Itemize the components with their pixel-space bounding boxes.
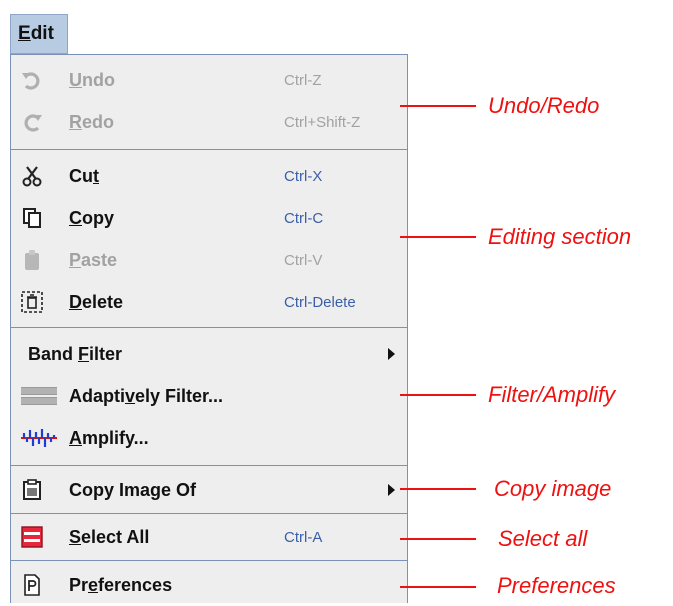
copy-image-of-label: Copy Image Of xyxy=(69,480,197,500)
waveform-filter-icon xyxy=(21,385,57,407)
adaptively-filter-mnemonic: v xyxy=(125,386,136,406)
amplify-label: mplify... xyxy=(82,428,149,448)
menubar-edit[interactable]: Edit xyxy=(10,14,68,54)
clipboard-icon xyxy=(21,249,43,271)
redo-shortcut: Ctrl+Shift-Z xyxy=(284,114,361,131)
annotation-undo-redo: Undo/Redo xyxy=(488,93,600,118)
paste-label: aste xyxy=(81,250,118,270)
menu-separator xyxy=(11,513,407,514)
delete-mnemonic: D xyxy=(69,292,82,312)
annotation-preferences: Preferences xyxy=(497,573,616,598)
preferences-mnemonic: e xyxy=(88,575,99,595)
menu-item-amplify[interactable]: Amplify... xyxy=(11,419,407,459)
menu-item-delete[interactable]: Delete Ctrl-Delete xyxy=(11,283,407,323)
redo-mnemonic: R xyxy=(69,112,82,132)
delete-label: elete xyxy=(82,292,124,312)
amplify-mnemonic: A xyxy=(69,428,82,448)
annotation-line xyxy=(400,488,476,490)
select-all-mnemonic: S xyxy=(69,527,82,547)
cut-label: Cu xyxy=(69,166,93,186)
undo-icon xyxy=(21,69,43,91)
menu-separator xyxy=(11,560,407,561)
band-filter-label: Band xyxy=(28,344,79,364)
annotation-line xyxy=(400,394,476,396)
annotation-editing-section: Editing section xyxy=(488,224,632,249)
menu-item-select-all[interactable]: Select All Ctrl-A xyxy=(11,518,407,558)
annotation-line xyxy=(400,236,476,238)
scissors-icon xyxy=(21,165,43,187)
menu-item-adaptively-filter[interactable]: Adaptively Filter... xyxy=(11,377,407,417)
waveform-amplify-icon xyxy=(21,427,57,449)
annotation-line xyxy=(400,538,476,540)
copy-icon xyxy=(21,207,43,229)
submenu-arrow-icon xyxy=(388,348,395,360)
adaptively-filter-label: Adapti xyxy=(69,386,125,406)
paste-shortcut: Ctrl-V xyxy=(284,252,323,269)
undo-mnemonic: U xyxy=(69,70,82,90)
band-filter-mnemonic: F xyxy=(78,344,90,364)
annotation-copy-image: Copy image xyxy=(494,476,612,501)
menu-item-copy-image-of[interactable]: Copy Image Of xyxy=(11,471,407,511)
menu-item-preferences[interactable]: Preferences xyxy=(11,566,407,606)
delete-shortcut: Ctrl-Delete xyxy=(284,294,356,311)
menu-separator xyxy=(11,149,407,150)
menu-item-copy[interactable]: Copy Ctrl-C xyxy=(11,199,407,239)
select-all-shortcut: Ctrl-A xyxy=(284,529,323,546)
edit-label-rest: dit xyxy=(30,23,54,44)
menu-item-band-filter[interactable]: Band Filter xyxy=(11,335,407,375)
copy-mnemonic: C xyxy=(69,208,82,228)
copy-image-icon xyxy=(21,479,43,501)
annotation-filter-amplify: Filter/Amplify xyxy=(488,382,616,407)
edit-menu: Undo Ctrl-Z Redo Ctrl+Shift-Z Cut Ctrl-X… xyxy=(10,54,408,603)
copy-shortcut: Ctrl-C xyxy=(284,210,324,227)
menu-separator xyxy=(11,465,407,466)
menu-item-cut[interactable]: Cut Ctrl-X xyxy=(11,157,407,197)
cut-mnemonic: t xyxy=(93,166,99,186)
undo-shortcut: Ctrl-Z xyxy=(284,72,322,89)
preferences-icon xyxy=(21,574,43,596)
select-all-label: elect All xyxy=(81,527,150,547)
annotation-line xyxy=(400,105,476,107)
redo-icon xyxy=(21,111,43,133)
adaptively-filter-label-rest: ely Filter... xyxy=(135,386,224,406)
menu-item-paste[interactable]: Paste Ctrl-V xyxy=(11,241,407,281)
annotation-select-all: Select all xyxy=(498,526,588,551)
preferences-label-rest: ferences xyxy=(98,575,173,595)
paste-mnemonic: P xyxy=(69,250,82,270)
menu-item-redo[interactable]: Redo Ctrl+Shift-Z xyxy=(11,103,407,143)
annotation-line xyxy=(400,586,476,588)
submenu-arrow-icon xyxy=(388,484,395,496)
redo-label: edo xyxy=(82,112,115,132)
copy-label: opy xyxy=(82,208,115,228)
menu-item-undo[interactable]: Undo Ctrl-Z xyxy=(11,61,407,101)
menu-separator xyxy=(11,327,407,328)
select-all-icon xyxy=(21,526,43,548)
undo-label: ndo xyxy=(82,70,115,90)
cut-shortcut: Ctrl-X xyxy=(284,168,323,185)
edit-mnemonic: E xyxy=(18,23,31,44)
band-filter-label-rest: ilter xyxy=(89,344,123,364)
trash-icon xyxy=(21,291,43,313)
preferences-label: Pr xyxy=(69,575,89,595)
